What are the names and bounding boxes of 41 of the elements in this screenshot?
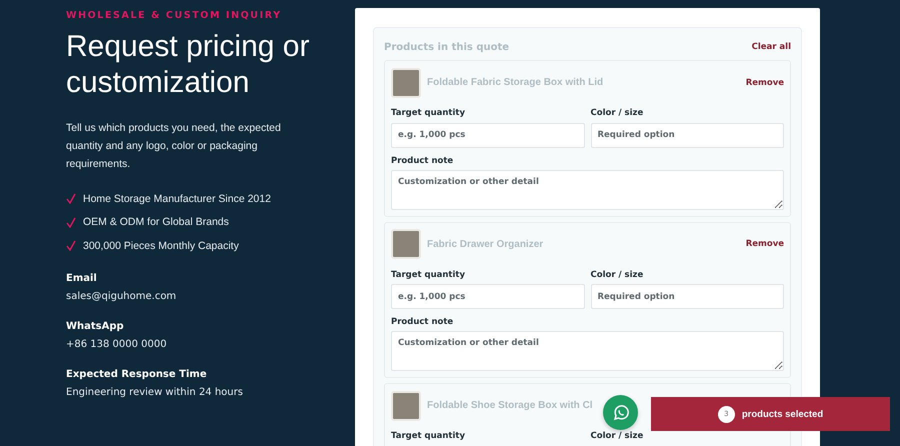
field-label: Color / size <box>590 270 644 280</box>
remove-link[interactable]: Remove <box>746 239 784 249</box>
note-field[interactable]: Customization or other detail <box>391 331 784 371</box>
contact-label: WhatsApp <box>66 320 125 334</box>
highlight-text: OEM & ODM for Global Brands <box>83 216 229 228</box>
product-name: Foldable Shoe Storage Box with Cl <box>427 400 593 411</box>
photo-placeholder <box>391 390 421 420</box>
highlight-text: Home Storage Manufacturer Since 2012 <box>83 192 271 205</box>
input-field[interactable]: e.g. 1,000 pcs <box>391 122 584 148</box>
contact-value: Engineering review within 24 hours <box>66 386 244 400</box>
field-label: Target quantity <box>391 431 466 442</box>
check-icon <box>66 216 76 228</box>
contact-value: +86 138 0000 0000 <box>66 338 168 352</box>
quote-heading: Products in this quote <box>384 42 510 52</box>
check-icon <box>66 193 76 204</box>
highlight-text: 300,000 Pieces Monthly Capacity <box>83 240 239 252</box>
section-eyebrow: WHOLESALE & CUSTOM INQUIRY <box>66 10 283 21</box>
contact-label: Expected Response Time <box>66 368 208 382</box>
description-text: Tell us which products you need, the expected quantity and any logo, color or packaging requirements. <box>66 121 282 172</box>
field-label: Color / size <box>590 431 644 442</box>
contact-value: sales@qiguhome.com <box>66 290 178 304</box>
product-name: Fabric Drawer Organizer <box>427 238 544 250</box>
photo-placeholder <box>391 229 421 259</box>
clear-all-link[interactable]: Clear all <box>752 42 791 52</box>
field-label: Product note <box>391 317 454 328</box>
note-field[interactable]: Customization or other detail <box>391 170 784 210</box>
contact-label: Email <box>66 272 98 286</box>
input-field[interactable]: Required option <box>590 284 784 309</box>
field-label: Target quantity <box>391 108 466 119</box>
photo-placeholder <box>391 68 421 98</box>
selection-label: products selected <box>742 408 824 420</box>
field-label: Target quantity <box>391 270 466 280</box>
field-label: Color / size <box>590 108 644 119</box>
check-icon <box>66 240 76 252</box>
input-field[interactable]: Required option <box>590 122 784 148</box>
page-title: Request pricing or customization <box>66 29 310 101</box>
chat-bubble-icon <box>612 404 630 422</box>
field-label: Product note <box>391 156 454 166</box>
input-field[interactable]: e.g. 1,000 pcs <box>391 284 584 309</box>
product-name: Foldable Fabric Storage Box with Lid <box>427 77 604 88</box>
remove-link[interactable]: Remove <box>746 78 784 88</box>
